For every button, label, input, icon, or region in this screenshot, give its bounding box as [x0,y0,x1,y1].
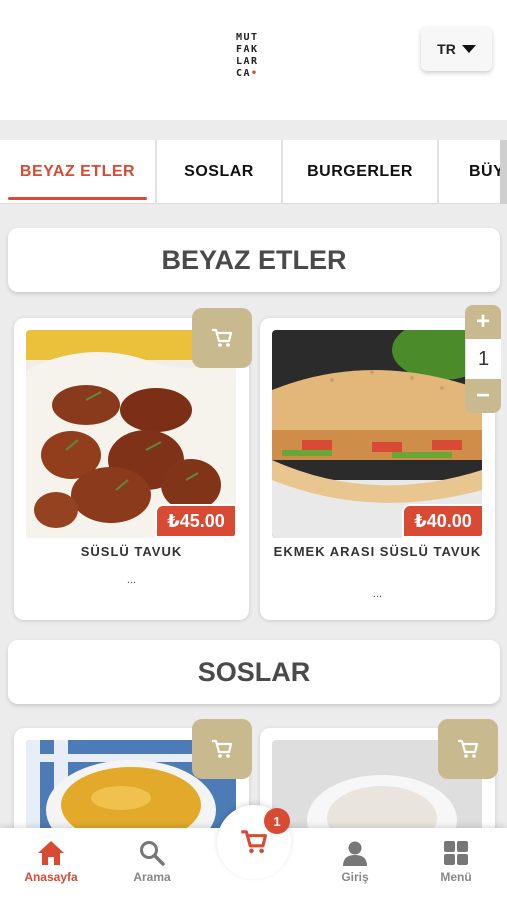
decrease-quantity-button[interactable]: − [465,379,501,413]
logo-line: CA• [236,68,259,79]
cart-icon [212,739,233,758]
nav-home-label: Anasayfa [24,870,78,884]
add-to-cart-button[interactable] [438,719,498,779]
cart-icon [241,830,267,854]
nav-search-label: Arama [133,870,171,884]
category-tabs: BEYAZ ETLER SOSLAR BURGERLER BÜYÜ [0,140,507,204]
logo-line: FAK [236,44,259,55]
grid-icon [444,841,468,865]
section-title: SOSLAR [8,640,500,704]
nav-menu[interactable]: Menü [416,840,496,884]
tab-soslar[interactable]: SOSLAR [157,140,283,203]
product-name: SÜSLÜ TAVUK [80,544,183,559]
nav-login-label: Giriş [341,870,369,884]
section-title: BEYAZ ETLER [8,228,500,292]
user-icon [343,841,367,866]
product-description: ... [126,574,137,586]
home-icon [38,841,64,865]
tabs-scrollbar[interactable] [500,140,507,204]
logo-line: LAR [236,56,259,67]
nav-home[interactable]: Anasayfa [11,840,91,884]
logo-line: MUT [236,32,259,43]
language-label: TR [437,41,456,57]
product-description: ... [372,588,383,600]
language-selector[interactable]: TR [421,27,492,71]
add-to-cart-button[interactable] [192,719,252,779]
nav-menu-label: Menü [440,870,472,884]
cart-icon [212,328,233,347]
nav-login[interactable]: Giriş [315,840,395,884]
search-icon [140,841,165,866]
product-card[interactable]: ₺40.00 EKMEK ARASI SÜSLÜ TAVUK ... [260,318,495,620]
price-tag: ₺40.00 [402,504,484,538]
quantity-value: 1 [465,339,501,379]
nav-search[interactable]: Arama [112,840,192,884]
add-to-cart-button[interactable] [192,308,252,368]
cart-icon [458,739,479,758]
cart-count-badge: 1 [264,808,290,834]
increase-quantity-button[interactable]: + [465,305,501,339]
tab-burgerler[interactable]: BURGERLER [283,140,439,203]
brand-logo[interactable]: MUT FAK LAR CA• [236,32,276,80]
caret-down-icon [461,45,476,53]
price-tag: ₺45.00 [155,504,237,538]
tab-beyaz-etler[interactable]: BEYAZ ETLER [0,140,157,203]
app-header: MUT FAK LAR CA• TR [0,0,507,120]
product-name: EKMEK ARASI SÜSLÜ TAVUK [273,544,482,559]
tab-buyuk[interactable]: BÜYÜ [439,140,507,203]
